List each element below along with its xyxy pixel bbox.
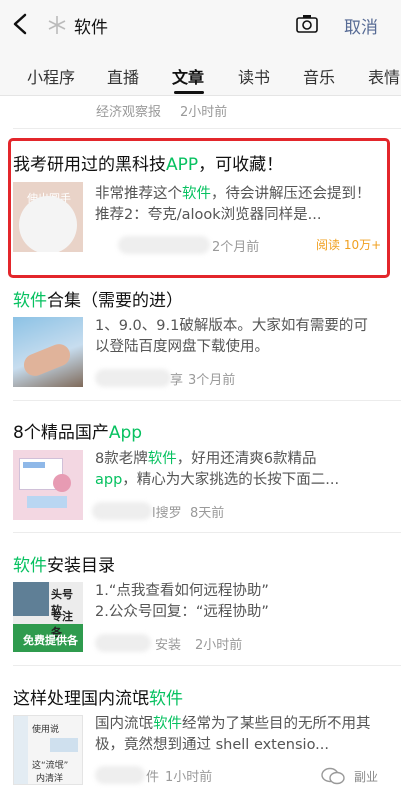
active-tab-indicator xyxy=(174,91,204,94)
search-query[interactable]: 软件 xyxy=(74,13,108,38)
watermark-text: 副业 xyxy=(354,770,379,784)
result-thumbnail xyxy=(13,317,83,387)
result-time: 1小时前 xyxy=(165,770,213,785)
result-title: 软件合集（需要的进） xyxy=(13,291,183,311)
result-time: 2小时前 xyxy=(195,638,243,653)
blurred-source xyxy=(95,369,171,387)
tab-articles[interactable]: 文章 xyxy=(172,64,204,88)
result-snippet: 国内流氓软件经常为了某些目的无所不用其极，竟然想到通过 shell extens… xyxy=(95,716,371,753)
blurred-source xyxy=(95,634,151,652)
red-highlight-box xyxy=(8,138,390,278)
tab-mini-program[interactable]: 小程序 xyxy=(27,64,75,88)
result-time: 3个月前 xyxy=(188,373,236,388)
camera-icon[interactable] xyxy=(296,14,318,34)
result-source: 享 xyxy=(170,373,184,388)
result-title: 软件安装目录 xyxy=(13,556,115,576)
result-snippet: 8款老牌软件，好用还清爽6款精品 app，精心为大家挑选的长按下面二... xyxy=(95,451,340,488)
search-icon xyxy=(48,16,66,34)
result-thumbnail: 使用说 这“流氓” 内清洋 xyxy=(13,715,83,785)
category-tabs: 小程序 直播 文章 读书 音乐 表情 xyxy=(0,50,401,96)
wechat-logo-icon xyxy=(321,767,345,785)
blurred-source xyxy=(95,766,145,784)
result-thumbnail: 头号软 专注各 免费提供各 xyxy=(13,582,83,652)
result-source: 经济观察报 xyxy=(96,105,162,120)
result-time: 2小时前 xyxy=(180,105,228,120)
result-snippet: 1、9.0、9.1破解版本。大家如有需要的可以登陆百度网盘下载使用。 xyxy=(95,318,368,355)
result-snippet: 1.“点我查看如何远程协助” 2.公众号回复：“远程协助” xyxy=(95,583,269,620)
divider xyxy=(13,665,401,666)
divider xyxy=(13,128,401,129)
tab-books[interactable]: 读书 xyxy=(238,64,270,88)
tab-live[interactable]: 直播 xyxy=(107,64,139,88)
blurred-source xyxy=(92,502,152,520)
result-source: l搜罗 xyxy=(152,506,182,521)
result-title: 这样处理国内流氓软件 xyxy=(13,689,183,709)
result-thumbnail xyxy=(13,450,83,520)
divider xyxy=(13,400,401,401)
back-chevron-icon[interactable] xyxy=(8,10,34,38)
result-title: 8个精品国产App xyxy=(13,423,143,443)
result-time: 8天前 xyxy=(190,506,225,521)
tab-music[interactable]: 音乐 xyxy=(303,64,335,88)
divider xyxy=(13,532,401,533)
result-source: 件 xyxy=(146,770,160,785)
cancel-button[interactable]: 取消 xyxy=(344,13,378,38)
tab-stickers[interactable]: 表情 xyxy=(368,64,400,88)
top-bar: 软件 取消 xyxy=(0,0,401,50)
result-source: 安装 xyxy=(155,638,182,653)
